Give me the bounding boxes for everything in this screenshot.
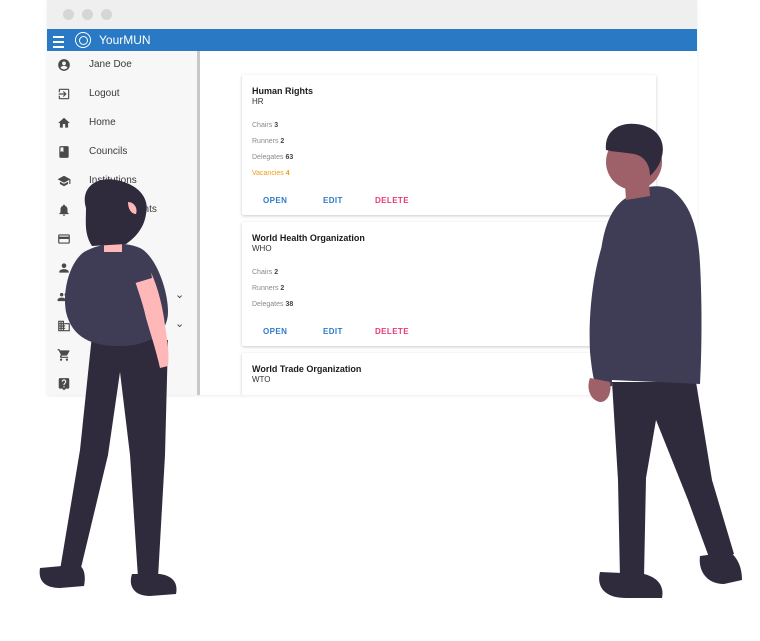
sidebar-item-group[interactable]: ⌄ [47,285,197,309]
help-icon [58,378,70,391]
book-icon [59,146,69,158]
council-code: WTO [252,375,271,384]
sidebar-item-person[interactable] [47,256,197,280]
delete-button[interactable]: DELETE [375,196,409,205]
sidebar-item-cart[interactable] [47,343,197,367]
main-content: Human Rights HR Chairs 3 Runners 2 Deleg… [200,51,697,395]
council-runners: Runners 2 [252,285,285,292]
council-delegates: Delegates 63 [252,154,294,161]
window-dot-maximize[interactable] [101,9,112,20]
credit-card-icon [58,234,70,244]
home-icon [58,117,70,128]
chevron-down-icon[interactable]: ⌄ [175,317,184,331]
sidebar-item-label: Councils [89,146,128,157]
app-bar: YourMUN [47,29,697,51]
council-code: HR [252,97,264,106]
council-code: WHO [252,244,272,253]
council-name: Human Rights [252,86,314,96]
account-circle-icon [58,59,70,71]
building-icon [58,320,70,332]
council-card-wto: World Trade Organization WTO [242,353,656,395]
cart-icon [57,349,70,361]
sidebar-item-home[interactable]: Home [47,111,197,135]
council-name: World Trade Organization [252,364,362,374]
sidebar-item-profile[interactable]: Jane Doe [47,53,197,77]
council-card-hr: Human Rights HR Chairs 3 Runners 2 Deleg… [242,75,656,215]
sidebar-item-announcements[interactable]: ents [47,198,197,222]
school-icon [57,175,71,187]
council-delegates: Delegates 38 [252,301,294,308]
window-dot-close[interactable] [63,9,74,20]
bell-icon [59,204,69,216]
people-icon [57,292,71,302]
sidebar-item-institutions[interactable]: Institutions [47,169,197,193]
window-dot-minimize[interactable] [82,9,93,20]
open-button[interactable]: OPEN [263,196,287,205]
browser-window: YourMUN Jane Doe Logout Home Councils In… [47,0,697,395]
council-name: World Health Organization [252,233,365,243]
council-runners: Runners 2 [252,138,285,145]
logout-icon [58,88,70,100]
council-chairs: Chairs 2 [252,269,279,276]
app-title: YourMUN [99,33,151,47]
sidebar-item-councils[interactable]: Councils [47,140,197,164]
un-logo-icon [75,32,91,48]
open-button[interactable]: OPEN [263,327,287,336]
delete-button[interactable]: DELETE [375,327,409,336]
sidebar-item-help[interactable] [47,372,197,395]
window-titlebar [47,0,697,29]
sidebar-item-building[interactable]: ⌄ [47,314,197,338]
sidebar-item-label: Home [89,117,116,128]
edit-button[interactable]: EDIT [323,327,343,336]
sidebar-item-label: ents [138,204,157,215]
person-icon [59,263,69,273]
edit-button[interactable]: EDIT [323,196,343,205]
council-chairs: Chairs 3 [252,122,279,129]
sidebar-item-payments[interactable] [47,227,197,251]
council-card-who: World Health Organization WHO Chairs 2 R… [242,222,656,346]
sidebar-item-logout[interactable]: Logout [47,82,197,106]
council-vacancies: Vacancies 4 [252,170,290,177]
hamburger-menu-icon[interactable] [53,33,64,48]
sidebar-item-label: Jane Doe [89,59,132,70]
chevron-down-icon[interactable]: ⌄ [175,288,184,302]
sidebar-item-label: Logout [89,88,120,99]
sidebar-item-label: Institutions [89,175,137,186]
sidebar: Jane Doe Logout Home Councils Institutio… [47,51,200,395]
